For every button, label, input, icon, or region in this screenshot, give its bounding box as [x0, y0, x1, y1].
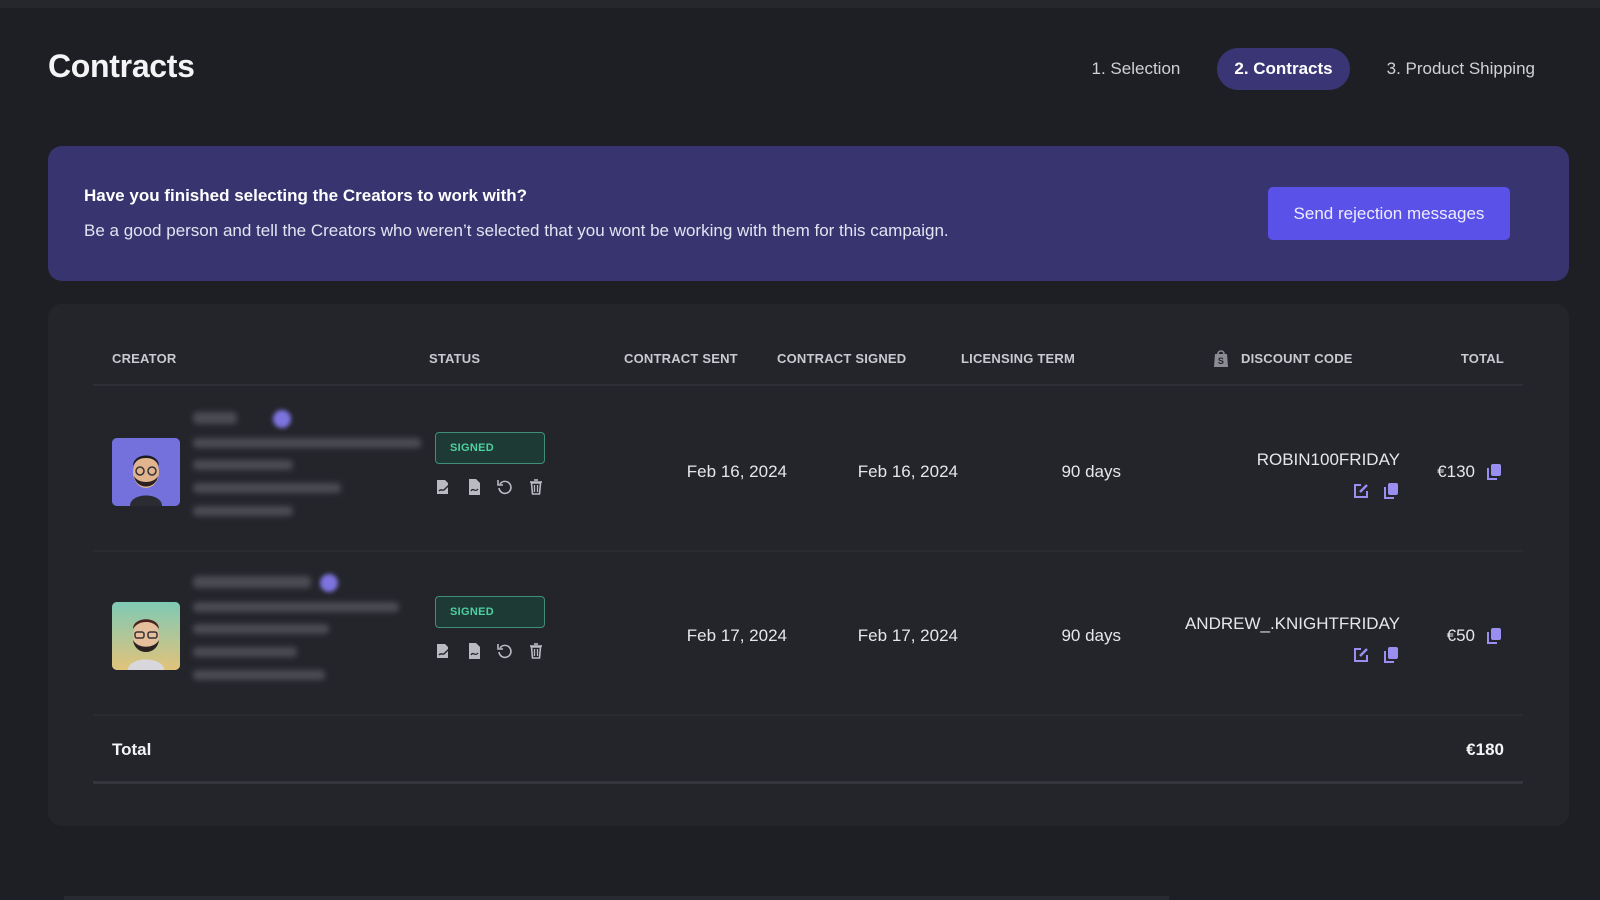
creator-handle-blurred[interactable] [193, 460, 293, 470]
pdf-document-icon[interactable] [465, 478, 483, 496]
column-contract-signed: CONTRACT SIGNED [777, 351, 907, 366]
verified-badge-icon [320, 574, 338, 592]
resend-icon[interactable] [496, 478, 514, 496]
trash-icon[interactable] [527, 478, 545, 496]
step-selection[interactable]: 1. Selection [1075, 48, 1198, 90]
step-contracts[interactable]: 2. Contracts [1217, 48, 1350, 90]
banner-text: Be a good person and tell the Creators w… [84, 221, 949, 240]
status-badge: SIGNED [435, 432, 545, 464]
creator-avatar[interactable] [112, 438, 180, 506]
table-header: CREATOR STATUS CONTRACT SENT CONTRACT SI… [93, 304, 1523, 386]
creator-handle-blurred[interactable] [193, 670, 325, 680]
page-title: Contracts [48, 48, 195, 84]
shopify-bag-icon: S [1212, 348, 1230, 371]
svg-text:S: S [1218, 356, 1224, 366]
creator-handle-blurred[interactable] [193, 483, 341, 493]
contract-sent-date: Feb 16, 2024 [686, 462, 787, 481]
verified-badge-icon [273, 410, 291, 428]
edit-icon[interactable] [1352, 646, 1370, 664]
licensing-term: 90 days [1061, 626, 1121, 645]
discount-code: ANDREW_.KNIGHTFRIDAY [1184, 614, 1400, 633]
horizontal-scrollbar[interactable] [64, 896, 1169, 900]
table-total-row: Total €180 [93, 718, 1523, 784]
discount-code: ROBIN100FRIDAY [1256, 450, 1400, 469]
copy-icon[interactable] [1485, 463, 1503, 481]
pdf-document-icon[interactable] [465, 642, 483, 660]
creator-avatar[interactable] [112, 602, 180, 670]
discount-code-actions [1352, 646, 1400, 664]
creator-location-blurred [193, 438, 421, 448]
total-label: Total [112, 740, 152, 759]
column-contract-sent: CONTRACT SENT [624, 351, 738, 366]
row-total: €50 [1446, 626, 1475, 645]
column-total: TOTAL [1460, 351, 1504, 366]
creator-handle-blurred[interactable] [193, 624, 329, 634]
resend-icon[interactable] [496, 642, 514, 660]
licensing-term: 90 days [1061, 462, 1121, 481]
column-discount-code: DISCOUNT CODE [1241, 351, 1353, 366]
total-value: €180 [1466, 740, 1504, 759]
status-badge: SIGNED [435, 596, 545, 628]
contract-signed-date: Feb 17, 2024 [857, 626, 958, 645]
creator-location-blurred [193, 602, 399, 612]
table-row: SIGNED Feb 17, 2024 Feb 17, 2024 90 days… [93, 552, 1523, 716]
column-status: STATUS [429, 351, 481, 366]
creator-name-blurred [193, 412, 237, 424]
row-total: €130 [1437, 462, 1475, 481]
contracts-table: CREATOR STATUS CONTRACT SENT CONTRACT SI… [48, 304, 1569, 826]
discount-code-actions [1352, 482, 1400, 500]
copy-icon[interactable] [1485, 627, 1503, 645]
step-product-shipping[interactable]: 3. Product Shipping [1370, 48, 1552, 90]
banner-title: Have you finished selecting the Creators… [84, 186, 528, 205]
step-navigation: 1. Selection 2. Contracts 3. Product Shi… [1075, 48, 1552, 90]
sign-contract-icon[interactable] [434, 642, 452, 660]
creator-handle-blurred[interactable] [193, 506, 293, 516]
edit-icon[interactable] [1352, 482, 1370, 500]
creator-name-blurred [193, 576, 311, 588]
sign-contract-icon[interactable] [434, 478, 452, 496]
send-rejection-messages-button[interactable]: Send rejection messages [1268, 187, 1510, 240]
creator-handle-blurred[interactable] [193, 647, 297, 657]
copy-icon[interactable] [1382, 482, 1400, 500]
table-row: SIGNED Feb 16, 2024 Feb 16, 2024 90 days… [93, 388, 1523, 552]
top-bar [0, 0, 1600, 8]
rejection-banner: Have you finished selecting the Creators… [48, 146, 1569, 281]
contract-signed-date: Feb 16, 2024 [857, 462, 958, 481]
copy-icon[interactable] [1382, 646, 1400, 664]
contract-sent-date: Feb 17, 2024 [686, 626, 787, 645]
column-licensing-term: LICENSING TERM [961, 351, 1076, 366]
trash-icon[interactable] [527, 642, 545, 660]
column-creator: CREATOR [112, 351, 177, 366]
